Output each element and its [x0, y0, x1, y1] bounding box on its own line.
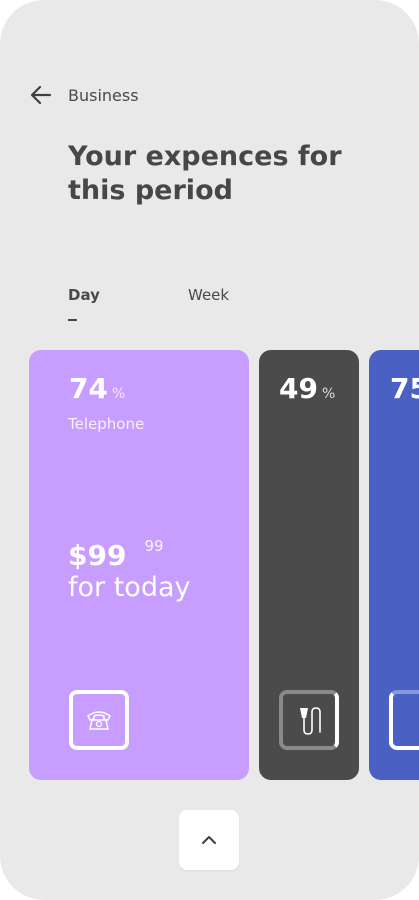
scroll-up-button[interactable] [179, 810, 239, 870]
phone-screen: Business Your expences for this period D… [0, 0, 419, 900]
telephone-icon [87, 711, 111, 730]
percent-label: 74% [69, 372, 125, 405]
arrow-left-icon [30, 85, 52, 105]
back-button[interactable] [30, 82, 52, 108]
page-title: Your expences for this period [68, 141, 342, 206]
header-title: Business [68, 85, 139, 105]
amount: $99 99 [68, 537, 164, 572]
expense-card-cable[interactable]: 49% [259, 350, 359, 780]
tab-day[interactable]: Day [68, 286, 100, 304]
category-label: Telephone [68, 415, 145, 433]
expense-card-telephone[interactable]: 74% Telephone $99 99 for today [29, 350, 249, 780]
cable-plug-icon [300, 707, 321, 735]
percent-value: 49 [279, 372, 318, 405]
percent-unit: % [111, 386, 126, 402]
tab-week[interactable]: Week [188, 286, 229, 304]
period-label: for today [68, 572, 191, 603]
percent-unit: % [321, 386, 336, 402]
category-icon-box [279, 690, 339, 750]
percent-value: 75 [390, 372, 419, 405]
amount-cents: 99 [144, 537, 164, 555]
category-icon-box [69, 690, 129, 750]
category-icon-box [389, 690, 419, 750]
percent-label: 49% [279, 372, 335, 405]
percent-value: 74 [69, 372, 108, 405]
header: Business [30, 82, 139, 108]
percent-label: 75 [390, 372, 419, 405]
active-tab-indicator [68, 319, 77, 321]
amount-value: $99 [68, 539, 127, 572]
expense-card-third[interactable]: 75 [369, 350, 419, 780]
chevron-up-icon [202, 836, 216, 844]
